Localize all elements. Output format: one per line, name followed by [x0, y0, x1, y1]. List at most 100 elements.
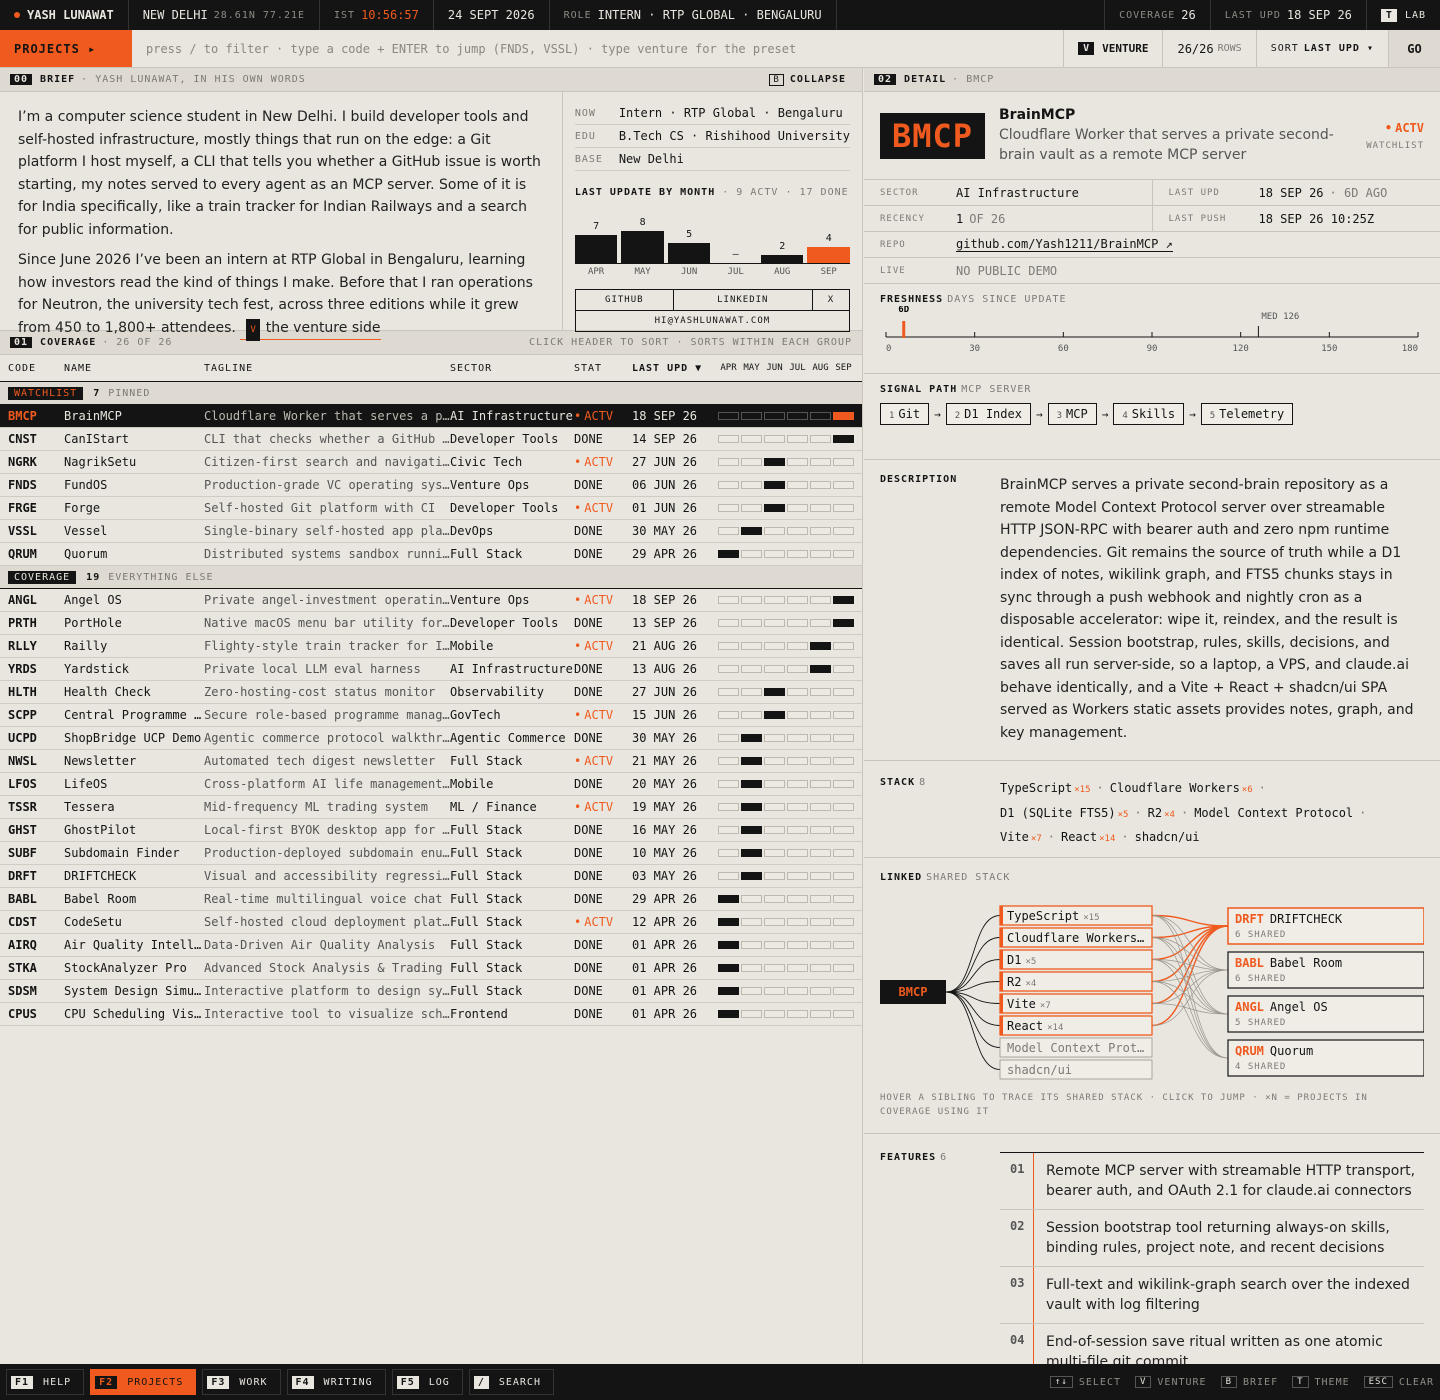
table-row[interactable]: NGRK NagrikSetu Citizen-first search and n… [0, 451, 862, 474]
sort-by-tagline[interactable]: TAGLINE [204, 363, 450, 374]
table-row[interactable]: GHST GhostPilot Local-first BYOK desktop a… [0, 819, 862, 842]
sort-select[interactable]: SORT LAST UPD ▾ [1255, 30, 1388, 67]
repo-link[interactable]: github.com/Yash1211/BrainMCP ↗ [956, 237, 1173, 252]
theme-toggle[interactable]: T LAB [1367, 0, 1440, 30]
command-input[interactable] [132, 30, 1064, 67]
lastupd-key: LAST UPD [1224, 9, 1281, 21]
function-keys: F1 HELP F2 PROJECTS F3 WORK F4 WRITING F5 LOG / SEA… [6, 1369, 560, 1395]
table-row[interactable]: HLTH Health Check Zero-hosting-cost status… [0, 681, 862, 704]
table-row[interactable]: CPUS CPU Scheduling VisualizerInteractive… [0, 1003, 862, 1026]
table-row[interactable]: BMCP BrainMCP Cloudflare Worker that serve… [0, 405, 862, 428]
table-row[interactable]: CDST CodeSetu Self-hosted cloud deployment… [0, 911, 862, 934]
row-tagline: Production-deployed subdomain enumeratio… [204, 846, 450, 860]
month-cell [764, 527, 785, 535]
freshness-tick-label: 90 [1147, 344, 1158, 354]
month-cell [833, 550, 854, 558]
table-row[interactable]: QRUM Quorum Distributed systems sandbox ru… [0, 543, 862, 566]
graph-tech-count: ×7 [1040, 1001, 1051, 1011]
month-cell [764, 596, 785, 604]
table-row[interactable]: FNDS FundOS Production-grade VC operating … [0, 474, 862, 497]
month-cell [833, 964, 854, 972]
graph-edge [1151, 981, 1229, 1059]
fkey-search[interactable]: / SEARCH [468, 1369, 554, 1395]
stack-item-count: ×15 [1074, 785, 1091, 795]
sort-by-sector[interactable]: SECTOR [450, 363, 574, 374]
fkey-writing[interactable]: F4 WRITING [286, 1369, 386, 1395]
coverage-subtitle: · 26 OF 26 [102, 337, 173, 348]
fkey-cap: F2 [95, 1375, 118, 1389]
row-name: GhostPilot [64, 823, 137, 837]
table-row[interactable]: LFOS LifeOS Cross-platform AI life managem… [0, 773, 862, 796]
stack-title: STACK [880, 777, 916, 788]
fkey-projects[interactable]: F2 PROJECTS [90, 1369, 197, 1395]
month-cell [764, 481, 785, 489]
fkey-work[interactable]: F3 WORK [202, 1369, 281, 1395]
table-row[interactable]: SUBF Subdomain Finder Production-deployed … [0, 842, 862, 865]
stack-line: Vite ×7 · React ×14 · shadcn/ui [1000, 826, 1424, 851]
freshness-tick-label: 0 [886, 344, 891, 354]
go-button[interactable]: GO [1388, 30, 1440, 67]
graph-sibling-name: Babel Room [1270, 956, 1342, 970]
table-row[interactable]: ANGL Angel OS Private angel-investment ope… [0, 589, 862, 612]
graph-edge [945, 915, 1001, 993]
sort-by-code[interactable]: CODE [8, 363, 64, 374]
row-last-update: 29 APR 26 [632, 892, 698, 906]
row-status: ACTV [574, 501, 632, 515]
row-month-strip [718, 642, 854, 650]
month-cell [764, 550, 785, 558]
table-row[interactable]: PRTH PortHole Native macOS menu bar utilit… [0, 612, 862, 635]
row-month-strip [718, 458, 854, 466]
row-status: DONE [574, 432, 603, 446]
row-sector: Full Stack [450, 961, 523, 975]
github-link[interactable]: GITHUB [576, 290, 674, 310]
month-cell [741, 711, 762, 719]
table-row[interactable]: TSSR Tessera Mid-frequency ML trading syst… [0, 796, 862, 819]
month-cell [833, 435, 854, 443]
row-month-strip [718, 826, 854, 834]
arrow-right-icon: → [934, 407, 941, 421]
x-link[interactable]: X [813, 290, 849, 310]
project-tagline: Cloudflare Worker that serves a private … [999, 126, 1334, 163]
venture-link[interactable]: Vthe venture side [240, 318, 381, 341]
row-status: DONE [574, 823, 603, 837]
table-row[interactable]: SCPP Central Programme PortalSecure role-… [0, 704, 862, 727]
table-row[interactable]: DRFT DRIFTCHECK Visual and accessibility r… [0, 865, 862, 888]
row-tagline: Private angel-investment operating syste… [204, 593, 450, 607]
table-row[interactable]: UCPD ShopBridge UCP Demo Agentic commerce … [0, 727, 862, 750]
month-cell [787, 711, 808, 719]
venture-preset-button[interactable]: V VENTURE [1063, 30, 1162, 67]
table-row[interactable]: AIRQ Air Quality IntelligenceData-Driven … [0, 934, 862, 957]
collapse-button[interactable]: B COLLAPSE [769, 73, 852, 86]
coverage-title: COVERAGE [40, 337, 97, 348]
feature-item: 03 Full-text and wikilink-graph search ov… [1000, 1267, 1424, 1324]
projects-button[interactable]: PROJECTS ▸ [0, 30, 132, 67]
coverage-key: COVERAGE [1119, 9, 1176, 21]
table-row[interactable]: VSSL Vessel Single-binary self-hosted app … [0, 520, 862, 543]
live-value: NO PUBLIC DEMO [956, 263, 1058, 278]
row-status: DONE [574, 777, 603, 791]
sort-by-stat[interactable]: STAT [574, 363, 632, 374]
table-row[interactable]: RLLY Railly Flighty-style train tracker fo… [0, 635, 862, 658]
description-title: DESCRIPTION [880, 474, 958, 485]
email-link[interactable]: HI@YASHLUNAWAT.COM [576, 311, 849, 331]
table-row[interactable]: CNST CanIStart CLI that checks whether a G… [0, 428, 862, 451]
table-row[interactable]: FRGE Forge Self-hosted Git platform with C… [0, 497, 862, 520]
table-row[interactable]: STKA StockAnalyzer Pro Advanced Stock Anal… [0, 957, 862, 980]
table-row[interactable]: BABL Babel Room Real-time multilingual voi… [0, 888, 862, 911]
table-row[interactable]: SDSM System Design SimulatorInteractive p… [0, 980, 862, 1003]
sort-by-last-update[interactable]: LAST UPD ▼ [632, 363, 718, 374]
month-cell [787, 527, 808, 535]
fkey-help[interactable]: F1 HELP [6, 1369, 85, 1395]
brief-title: BRIEF [40, 74, 76, 85]
fkey-log[interactable]: F5 LOG [391, 1369, 463, 1395]
month-cell [741, 412, 762, 420]
month-cell [718, 849, 739, 857]
month-cell [833, 481, 854, 489]
signal-step: 2 D1 Index [945, 403, 1031, 425]
month-cell [741, 918, 762, 926]
linkedin-link[interactable]: LINKEDIN [674, 290, 813, 310]
sort-by-name[interactable]: NAME [64, 363, 204, 374]
table-row[interactable]: NWSL Newsletter Automated tech digest news… [0, 750, 862, 773]
stack-item: Cloudflare Workers [1109, 781, 1240, 795]
table-row[interactable]: YRDS Yardstick Private local LLM eval harn… [0, 658, 862, 681]
